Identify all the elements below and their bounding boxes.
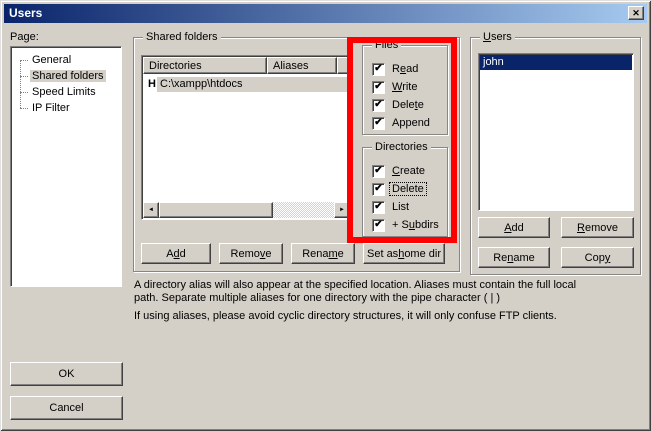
page-tree[interactable]: General Shared folders Speed Limits IP F… — [10, 46, 122, 287]
tree-twig-icon — [20, 100, 28, 109]
add-user-button[interactable]: Add — [478, 217, 550, 238]
scrollbar-thumb[interactable] — [159, 202, 273, 218]
remove-user-button[interactable]: Remove — [561, 217, 634, 238]
column-header-aliases[interactable]: Aliases — [267, 57, 337, 74]
home-dir-marker: H — [148, 78, 156, 90]
cancel-button[interactable]: Cancel — [10, 396, 123, 420]
sidebar-item-ip-filter[interactable]: IP Filter — [20, 100, 72, 116]
sidebar-item-label: IP Filter — [30, 102, 72, 114]
ok-button[interactable]: OK — [10, 362, 123, 386]
add-directory-button[interactable]: Add — [141, 243, 211, 264]
titlebar[interactable]: Users ✕ — [4, 4, 647, 23]
sidebar-item-label: Speed Limits — [30, 86, 98, 98]
directories-listview[interactable]: Directories Aliases H C:\xampp\htdocs ◄ … — [141, 55, 352, 220]
sidebar-item-shared-folders[interactable]: Shared folders — [20, 68, 106, 84]
copy-user-button[interactable]: Copy — [561, 247, 634, 268]
close-icon[interactable]: ✕ — [628, 6, 644, 20]
user-name: john — [483, 56, 504, 68]
table-row-directory[interactable]: C:\xampp\htdocs — [157, 77, 349, 92]
help-text-line2: path. Separate multiple aliases for one … — [134, 292, 500, 304]
list-item-user-john[interactable]: john — [480, 55, 632, 70]
users-group-label: Users — [480, 31, 515, 43]
help-text-line3: If using aliases, please avoid cyclic di… — [134, 310, 557, 322]
page-label: Page: — [10, 31, 39, 43]
tree-twig-icon — [20, 52, 28, 61]
sidebar-item-speed-limits[interactable]: Speed Limits — [20, 84, 98, 100]
window-title: Users — [9, 6, 42, 20]
rename-user-button[interactable]: Rename — [478, 247, 550, 268]
remove-directory-button[interactable]: Remove — [219, 243, 283, 264]
sidebar-item-label: General — [30, 54, 73, 66]
scroll-left-icon[interactable]: ◄ — [143, 202, 159, 218]
sidebar-item-general[interactable]: General — [20, 52, 73, 68]
directory-path: C:\xampp\htdocs — [160, 78, 243, 90]
tree-twig-icon — [20, 68, 28, 77]
set-as-home-dir-button[interactable]: Set as home dir — [363, 243, 445, 264]
users-dialog: Users ✕ Page: General Shared folders Spe… — [0, 0, 651, 431]
help-text-line1: A directory alias will also appear at th… — [134, 279, 576, 291]
users-listbox[interactable]: john — [478, 53, 634, 211]
sidebar-item-label: Shared folders — [30, 70, 106, 82]
column-header-directories[interactable]: Directories — [143, 57, 267, 74]
horizontal-scrollbar[interactable]: ◄ ► — [143, 202, 350, 218]
tree-twig-icon — [20, 84, 28, 93]
rename-directory-button[interactable]: Rename — [291, 243, 355, 264]
annotation-rectangle — [347, 37, 457, 243]
listview-header: Directories Aliases — [143, 57, 350, 74]
shared-folders-group-label: Shared folders — [143, 31, 221, 43]
